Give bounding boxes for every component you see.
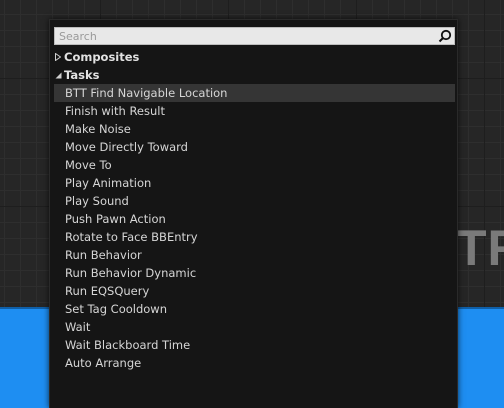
list-item[interactable]: Wait Blackboard Time bbox=[54, 336, 455, 354]
list-item[interactable]: BTT Find Navigable Location bbox=[54, 84, 455, 102]
list-item[interactable]: Make Noise bbox=[54, 120, 455, 138]
background-node-title: TR bbox=[456, 220, 504, 276]
action-tree: Composites Tasks BTT Find Navigable Loca… bbox=[54, 48, 455, 372]
list-item[interactable]: Play Animation bbox=[54, 174, 455, 192]
category-composites[interactable]: Composites bbox=[54, 48, 455, 66]
tasks-list: BTT Find Navigable Location Finish with … bbox=[54, 84, 455, 372]
category-label: Composites bbox=[64, 50, 140, 64]
list-item[interactable]: Play Sound bbox=[54, 192, 455, 210]
list-item[interactable]: Finish with Result bbox=[54, 102, 455, 120]
context-menu: Composites Tasks BTT Find Navigable Loca… bbox=[49, 19, 458, 408]
triangle-down-icon[interactable] bbox=[54, 66, 64, 84]
list-item[interactable]: Run Behavior Dynamic bbox=[54, 264, 455, 282]
category-tasks[interactable]: Tasks bbox=[54, 66, 455, 84]
list-item[interactable]: Move To bbox=[54, 156, 455, 174]
search-input[interactable] bbox=[55, 28, 437, 44]
background-node[interactable] bbox=[458, 307, 504, 408]
graph-canvas[interactable]: TR Composites bbox=[0, 0, 504, 408]
search-icon[interactable] bbox=[437, 28, 453, 44]
list-item[interactable]: Rotate to Face BBEntry bbox=[54, 228, 455, 246]
list-item[interactable]: Move Directly Toward bbox=[54, 138, 455, 156]
list-item[interactable]: Push Pawn Action bbox=[54, 210, 455, 228]
list-item[interactable]: Run Behavior bbox=[54, 246, 455, 264]
list-item-auto-arrange[interactable]: Auto Arrange bbox=[54, 354, 455, 372]
list-item[interactable]: Wait bbox=[54, 318, 455, 336]
search-box[interactable] bbox=[54, 27, 455, 45]
triangle-right-icon[interactable] bbox=[54, 48, 64, 66]
list-item[interactable]: Set Tag Cooldown bbox=[54, 300, 455, 318]
background-node[interactable] bbox=[0, 307, 49, 408]
list-item[interactable]: Run EQSQuery bbox=[54, 282, 455, 300]
category-label: Tasks bbox=[64, 68, 100, 82]
